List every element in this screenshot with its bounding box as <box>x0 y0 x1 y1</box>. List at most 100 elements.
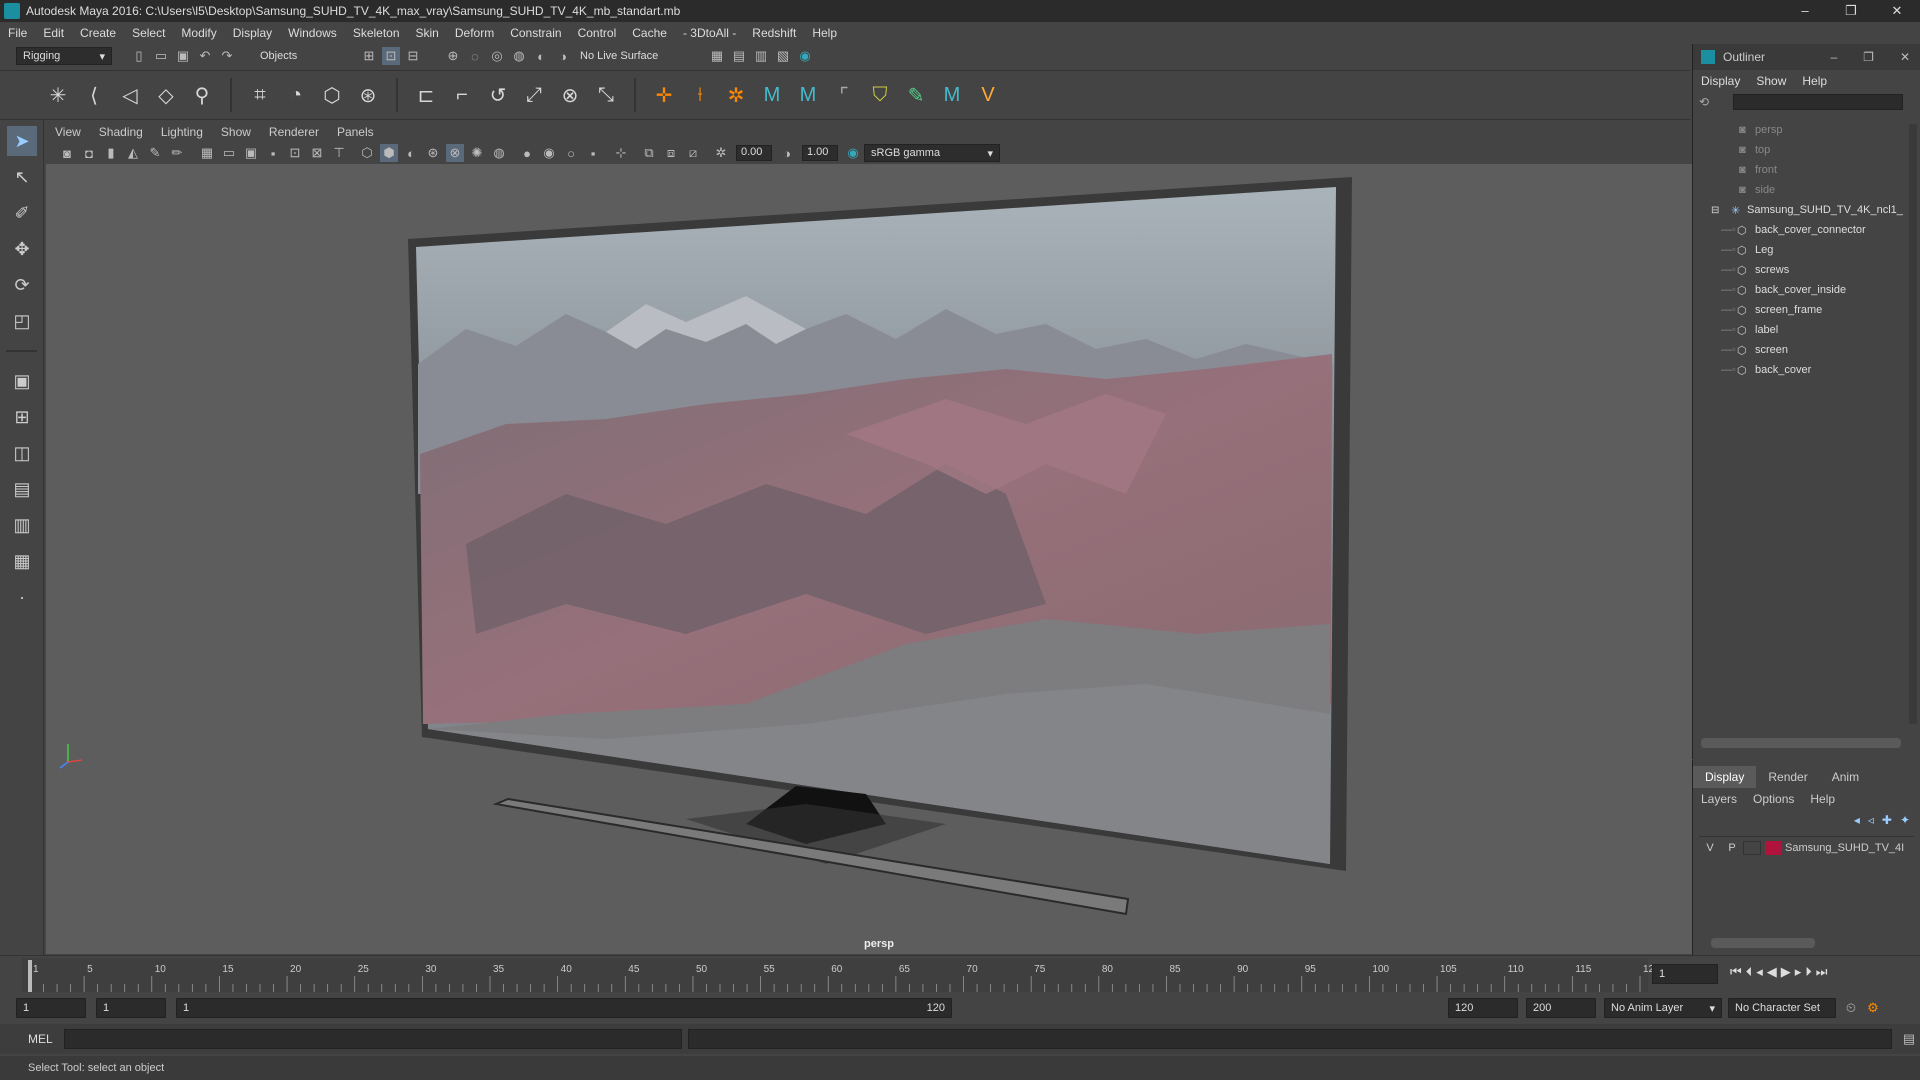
ipr-render-icon[interactable]: ▥ <box>752 47 770 65</box>
restore-button[interactable]: ❐ <box>1828 3 1874 19</box>
tab-render[interactable]: Render <box>1756 770 1819 784</box>
redo-icon[interactable]: ↷ <box>218 47 236 65</box>
cluster-icon[interactable]: ⊛ <box>354 81 382 109</box>
render-frame-icon[interactable]: ▤ <box>730 47 748 65</box>
orient-joint-icon[interactable]: ⚲ <box>188 81 216 109</box>
scale-constraint-icon[interactable]: ⤢ <box>520 81 548 109</box>
menu-create[interactable]: Create <box>72 26 124 40</box>
single-view-icon[interactable]: ▣ <box>7 366 37 396</box>
bind-skin-icon[interactable]: ⌗ <box>246 81 274 109</box>
paint-weights-icon[interactable]: ⛉ <box>866 81 894 109</box>
safe-action-icon[interactable]: ⊠ <box>308 144 326 162</box>
textured-icon[interactable]: ⊛ <box>424 144 442 162</box>
viewport-menu-show[interactable]: Show <box>212 125 260 139</box>
step-forward-frame-icon[interactable]: ▸ <box>1795 964 1802 980</box>
bookmark-icon[interactable]: ▮ <box>102 144 120 162</box>
outliner-item-persp[interactable]: ◙ persp <box>1739 120 1920 140</box>
layer-row[interactable]: V P Samsung_SUHD_TV_4I <box>1699 836 1914 858</box>
gate-mask-icon[interactable]: ▪ <box>264 144 282 162</box>
new-layer-icon[interactable]: ✚ <box>1882 813 1892 827</box>
go-to-end-icon[interactable]: ⏭ <box>1816 964 1828 980</box>
screen-ao-icon[interactable]: ● <box>518 144 536 162</box>
wireframe-icon[interactable]: ⬡ <box>358 144 376 162</box>
layer-type-toggle[interactable] <box>1743 840 1761 855</box>
xray-active-icon[interactable]: ⧈ <box>662 144 680 162</box>
ik-spline-icon[interactable]: ◁ <box>116 81 144 109</box>
camera-select-icon[interactable]: ◙ <box>58 144 76 162</box>
menu-skeleton[interactable]: Skeleton <box>345 26 408 40</box>
menu-constrain[interactable]: Constrain <box>502 26 569 40</box>
outliner-item-top[interactable]: ◙ top <box>1739 140 1920 160</box>
outliner-layout-icon[interactable]: ▤ <box>7 474 37 504</box>
new-layer-selected-icon[interactable]: ✦ <box>1900 813 1910 827</box>
cmd-language-label[interactable]: MEL <box>28 1032 62 1046</box>
character-set-dropdown[interactable]: No Character Set <box>1728 998 1836 1018</box>
maya-m3-icon[interactable]: M <box>938 81 966 109</box>
2d-pan-icon[interactable]: ✎ <box>146 144 164 162</box>
go-to-start-icon[interactable]: ⏮ <box>1730 964 1742 980</box>
dof-icon[interactable]: ▪ <box>584 144 602 162</box>
select-tool-icon[interactable]: ➤ <box>7 126 37 156</box>
parent-constraint-icon[interactable]: ⊗ <box>556 81 584 109</box>
menu-windows[interactable]: Windows <box>280 26 345 40</box>
layer-menu-help[interactable]: Help <box>1802 792 1843 806</box>
live-surface-label[interactable]: No Live Surface <box>580 50 680 62</box>
two-view-icon[interactable]: ◫ <box>7 438 37 468</box>
layer-h-scrollbar[interactable] <box>1711 938 1815 948</box>
layer-playback-toggle[interactable]: P <box>1721 842 1743 854</box>
outliner-item-child[interactable]: —◦ ⬡ back_cover_inside <box>1721 280 1920 300</box>
smooth-shade-icon[interactable]: ⬢ <box>380 144 398 162</box>
select-component-icon[interactable]: ⊟ <box>404 47 422 65</box>
current-frame-field[interactable]: 1 <box>1652 964 1718 984</box>
auto-key-icon[interactable]: ⏲ <box>1842 999 1860 1017</box>
isolate-select-icon[interactable]: ⊹ <box>612 144 630 162</box>
color-space-dropdown[interactable]: sRGB gamma ▾ <box>864 144 1000 162</box>
outliner-maximize-button[interactable]: ❐ <box>1863 50 1874 64</box>
lasso-tool-icon[interactable]: ↖ <box>7 162 37 192</box>
start-time-field[interactable]: 1 <box>16 998 86 1018</box>
outliner-item-child[interactable]: —◦ ⬡ back_cover_connector <box>1721 220 1920 240</box>
collapse-icon[interactable]: ⊟ <box>1711 205 1727 216</box>
more-layouts-icon[interactable]: · <box>7 582 37 612</box>
gamma-field[interactable]: 1.00 <box>802 145 838 161</box>
menu-3dtoall[interactable]: - 3DtoAll - <box>675 26 744 40</box>
mode-dropdown[interactable]: Rigging ▾ <box>16 47 112 65</box>
outliner-menu-show[interactable]: Show <box>1748 74 1794 88</box>
end-time-field[interactable]: 200 <box>1526 998 1596 1018</box>
preferences-icon[interactable]: ⚙ <box>1864 999 1882 1017</box>
step-forward-key-icon[interactable]: ⏵ <box>1805 964 1812 980</box>
point-constraint-icon[interactable]: ⊏ <box>412 81 440 109</box>
field-chart-icon[interactable]: ⊡ <box>286 144 304 162</box>
filter-icon[interactable]: ⟲ <box>1699 95 1709 109</box>
grease-pencil-icon[interactable]: ✏ <box>168 144 186 162</box>
snap-curve-icon[interactable]: ◌ <box>466 47 484 65</box>
menu-deform[interactable]: Deform <box>447 26 502 40</box>
select-object-icon[interactable]: ⊡ <box>382 47 400 65</box>
menu-skin[interactable]: Skin <box>408 26 447 40</box>
open-scene-icon[interactable]: ▭ <box>152 47 170 65</box>
menu-help[interactable]: Help <box>804 26 845 40</box>
close-button[interactable]: ✕ <box>1874 3 1920 19</box>
safe-title-icon[interactable]: ⊤ <box>330 144 348 162</box>
viewport-menu-shading[interactable]: Shading <box>90 125 152 139</box>
effector-icon[interactable]: ✲ <box>722 81 750 109</box>
viewport-menu-panels[interactable]: Panels <box>328 125 383 139</box>
outliner-item-child[interactable]: —◦ ⬡ Leg <box>1721 240 1920 260</box>
pole-vector-icon[interactable]: ⤡ <box>592 81 620 109</box>
layer-menu-layers[interactable]: Layers <box>1693 792 1745 806</box>
outliner-item-child[interactable]: —◦ ⬡ screws <box>1721 260 1920 280</box>
xray-joints-icon[interactable]: ⧉ <box>640 144 658 162</box>
playback-start-field[interactable]: 1 <box>96 998 166 1018</box>
range-bar[interactable]: 1 120 <box>176 998 952 1018</box>
image-plane-icon[interactable]: ◭ <box>124 144 142 162</box>
snap-view-icon[interactable]: ◍ <box>510 47 528 65</box>
outliner-item-child[interactable]: —◦ ⬡ screen <box>1721 340 1920 360</box>
grid-toggle-icon[interactable]: ▦ <box>198 144 216 162</box>
ik-handle-icon[interactable]: ⟨ <box>80 81 108 109</box>
anim-layer-dropdown[interactable]: No Anim Layer ▾ <box>1604 998 1722 1018</box>
outliner-item-child[interactable]: —◦ ⬡ screen_frame <box>1721 300 1920 320</box>
move-layer-down-icon[interactable]: ◃ <box>1868 813 1874 827</box>
new-scene-icon[interactable]: ▯ <box>130 47 148 65</box>
menu-file[interactable]: File <box>0 26 35 40</box>
rotate-tool-icon[interactable]: ⟳ <box>7 270 37 300</box>
